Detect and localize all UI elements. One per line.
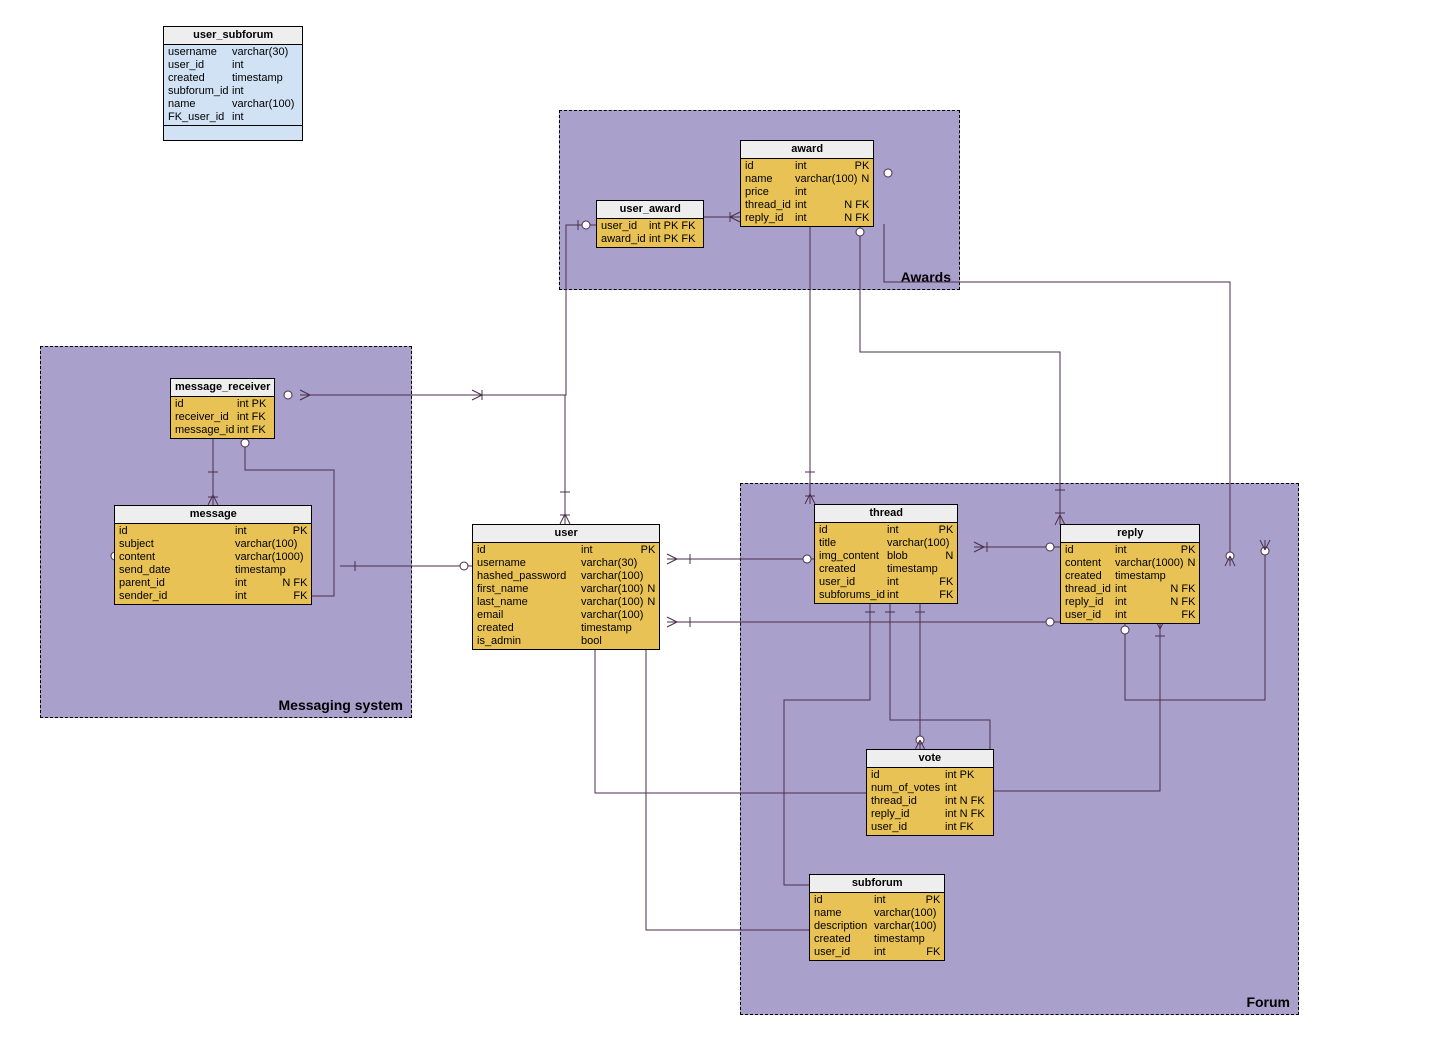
table-row: emailvarchar(100) bbox=[473, 609, 659, 622]
table-row: message_idint FK bbox=[171, 424, 274, 437]
entity-vote-title: vote bbox=[867, 750, 993, 768]
entity-subforum-title: subforum bbox=[810, 875, 944, 893]
table-row: reply_idintN FK bbox=[1061, 596, 1199, 609]
table-row: idintPK bbox=[810, 894, 944, 907]
table-row: idint PK bbox=[867, 769, 993, 782]
table-row: subforum_idint bbox=[164, 85, 302, 98]
entity-user_subforum-title: user_subforum bbox=[164, 27, 302, 45]
table-row: namevarchar(100)N bbox=[741, 173, 873, 186]
entity-user_award-title: user_award bbox=[597, 201, 703, 219]
table-row: createdtimestamp bbox=[1061, 570, 1199, 583]
table-row: namevarchar(100) bbox=[164, 98, 302, 111]
entity-message[interactable]: messageidintPKsubjectvarchar(100)content… bbox=[114, 505, 312, 605]
table-row: subjectvarchar(100) bbox=[115, 538, 311, 551]
table-row: thread_idintN FK bbox=[1061, 583, 1199, 596]
table-row: descriptionvarchar(100) bbox=[810, 920, 944, 933]
entity-thread-title: thread bbox=[815, 505, 957, 523]
table-row: send_datetimestamp bbox=[115, 564, 311, 577]
table-row: first_namevarchar(100)N bbox=[473, 583, 659, 596]
table-row: user_idintFK bbox=[810, 946, 944, 959]
table-row: idintPK bbox=[741, 160, 873, 173]
table-row: subforums_idintFK bbox=[815, 589, 957, 602]
table-row: sender_idintFK bbox=[115, 590, 311, 603]
table-row: createdtimestamp bbox=[810, 933, 944, 946]
table-row: createdtimestamp bbox=[815, 563, 957, 576]
entity-user-title: user bbox=[473, 525, 659, 543]
table-row: user_idintFK bbox=[815, 576, 957, 589]
container-forum-label: Forum bbox=[1246, 994, 1290, 1010]
table-row: img_contentblobN bbox=[815, 550, 957, 563]
entity-subforum[interactable]: subforumidintPKnamevarchar(100)descripti… bbox=[809, 874, 945, 961]
table-row: reply_idintN FK bbox=[741, 212, 873, 225]
table-row: is_adminbool bbox=[473, 635, 659, 648]
table-row: titlevarchar(100) bbox=[815, 537, 957, 550]
table-row: user_idint bbox=[164, 59, 302, 72]
table-row: createdtimestamp bbox=[164, 72, 302, 85]
table-row: receiver_idint FK bbox=[171, 411, 274, 424]
table-row: user_idint PK FK bbox=[597, 220, 703, 233]
entity-message_receiver[interactable]: message_receiveridint PKreceiver_idint F… bbox=[170, 378, 275, 439]
table-row: user_idint FK bbox=[867, 821, 993, 834]
table-row: idintPK bbox=[473, 544, 659, 557]
table-row: thread_idintN FK bbox=[741, 199, 873, 212]
container-messaging-label: Messaging system bbox=[279, 697, 404, 713]
entity-message-title: message bbox=[115, 506, 311, 524]
entity-message_receiver-title: message_receiver bbox=[171, 379, 274, 397]
entity-user[interactable]: useridintPKusernamevarchar(30)hashed_pas… bbox=[472, 524, 660, 650]
table-row: hashed_passwordvarchar(100) bbox=[473, 570, 659, 583]
entity-reply[interactable]: replyidintPKcontentvarchar(1000)Ncreated… bbox=[1060, 524, 1200, 624]
table-row: usernamevarchar(30) bbox=[473, 557, 659, 570]
table-row: reply_idint N FK bbox=[867, 808, 993, 821]
table-row: parent_idintN FK bbox=[115, 577, 311, 590]
table-row: thread_idint N FK bbox=[867, 795, 993, 808]
table-row: last_namevarchar(100)N bbox=[473, 596, 659, 609]
entity-reply-title: reply bbox=[1061, 525, 1199, 543]
entity-vote[interactable]: voteidint PKnum_of_votesintthread_idint … bbox=[866, 749, 994, 836]
entity-user_award[interactable]: user_awarduser_idint PK FKaward_idint PK… bbox=[596, 200, 704, 248]
table-row: num_of_votesint bbox=[867, 782, 993, 795]
table-row: user_idintFK bbox=[1061, 609, 1199, 622]
table-row: contentvarchar(1000) bbox=[115, 551, 311, 564]
table-row: idintPK bbox=[115, 525, 311, 538]
table-row: usernamevarchar(30) bbox=[164, 46, 302, 59]
table-row: award_idint PK FK bbox=[597, 233, 703, 246]
entity-award-title: award bbox=[741, 141, 873, 159]
entity-thread[interactable]: threadidintPKtitlevarchar(100)img_conten… bbox=[814, 504, 958, 604]
container-awards-label: Awards bbox=[901, 269, 951, 285]
table-row: idint PK bbox=[171, 398, 274, 411]
table-row: contentvarchar(1000)N bbox=[1061, 557, 1199, 570]
table-row: idintPK bbox=[1061, 544, 1199, 557]
table-row: FK_user_idint bbox=[164, 111, 302, 124]
table-row: priceint bbox=[741, 186, 873, 199]
table-row: namevarchar(100) bbox=[810, 907, 944, 920]
entity-award[interactable]: awardidintPKnamevarchar(100)Npriceintthr… bbox=[740, 140, 874, 227]
entity-user_subforum[interactable]: user_subforumusernamevarchar(30)user_idi… bbox=[163, 26, 303, 141]
table-row: createdtimestamp bbox=[473, 622, 659, 635]
table-row: idintPK bbox=[815, 524, 957, 537]
